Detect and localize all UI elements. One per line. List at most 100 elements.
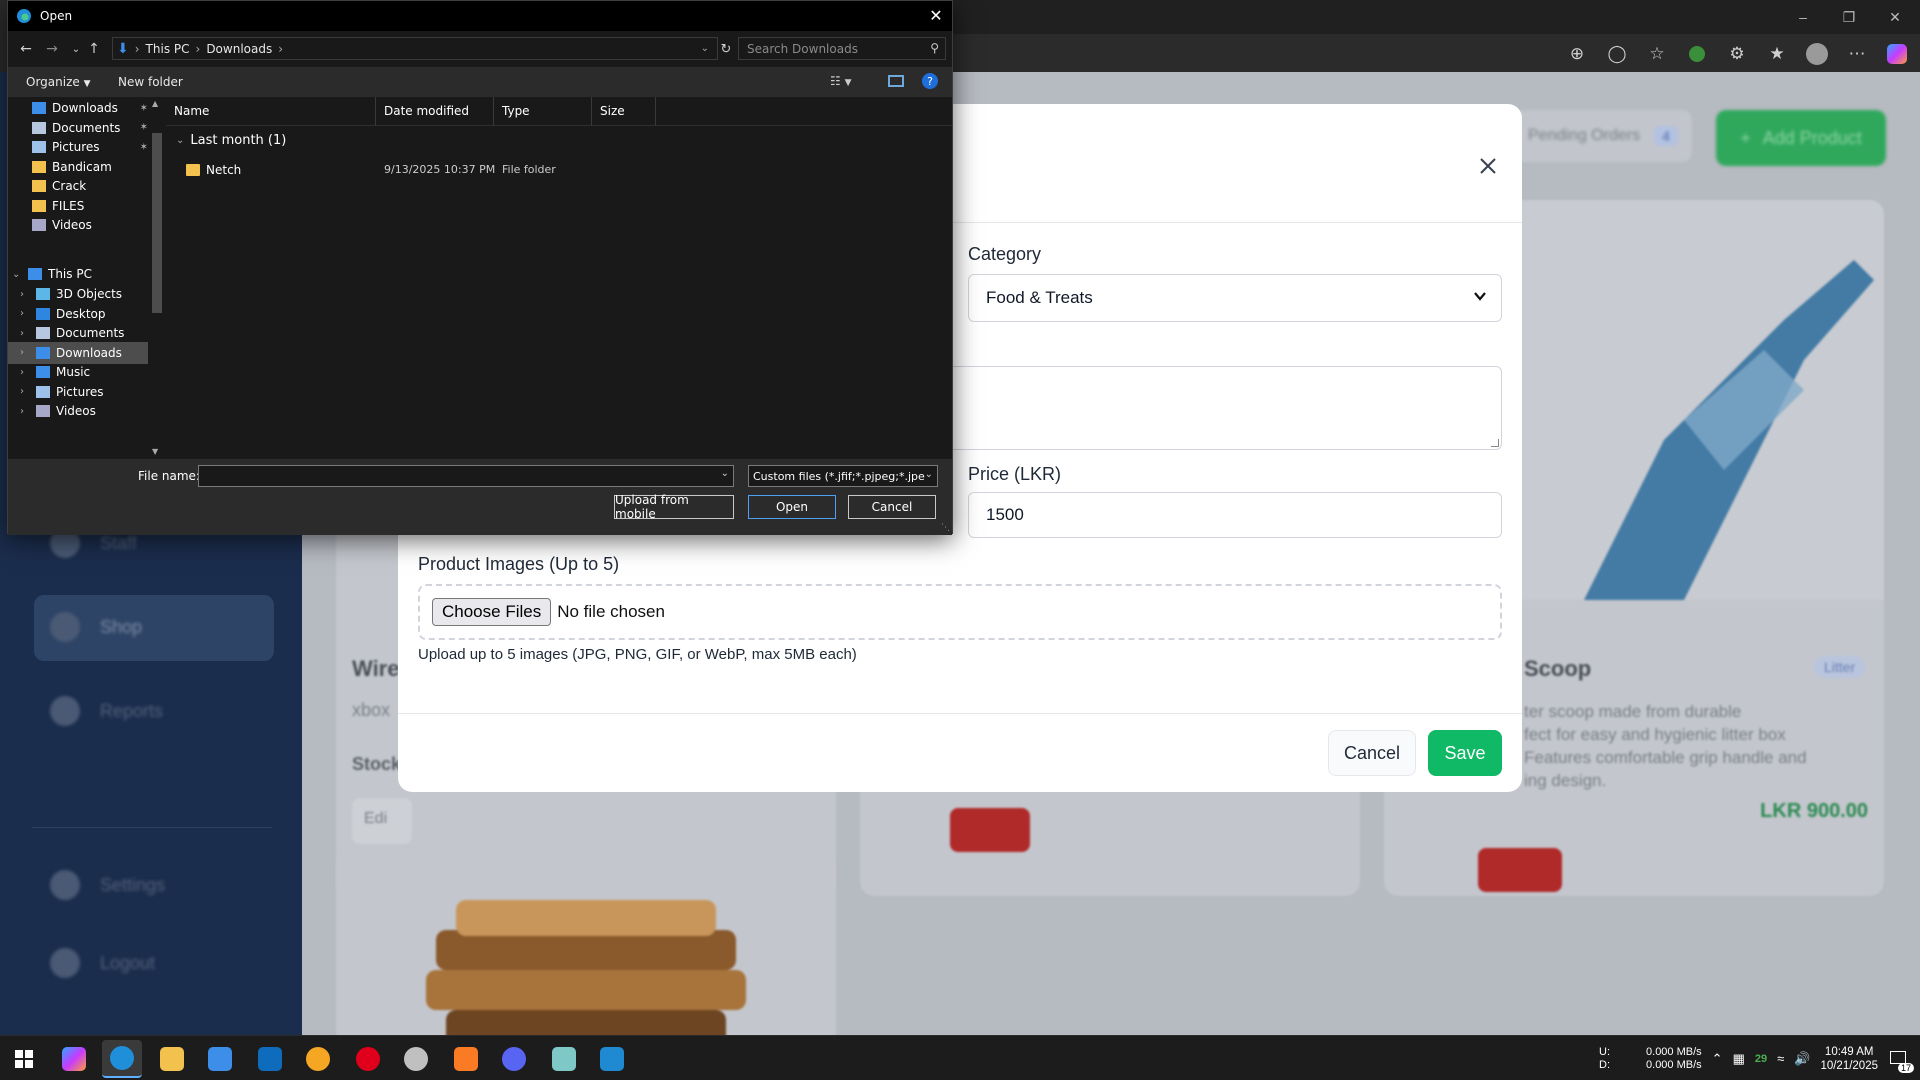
- chevron-right-icon[interactable]: ›: [20, 386, 30, 397]
- delete-button[interactable]: [1478, 848, 1562, 892]
- tray-app-icon[interactable]: ▦: [1733, 1051, 1745, 1067]
- vscode-icon[interactable]: [592, 1040, 632, 1078]
- save-button[interactable]: Save: [1428, 730, 1502, 776]
- resize-handle-icon: [1491, 439, 1499, 447]
- file-open-dialog: Open ✕ ← → ⌄ ↑ ⬇ › This PC › Downloads ›…: [7, 0, 953, 535]
- reader-icon[interactable]: ◯: [1604, 41, 1630, 67]
- column-header-name[interactable]: Name: [166, 97, 376, 125]
- outlook-icon[interactable]: [250, 1040, 290, 1078]
- price-input[interactable]: 1500: [968, 492, 1502, 538]
- dialog-cancel-button[interactable]: Cancel: [848, 495, 936, 519]
- column-header-date[interactable]: Date modified: [376, 97, 494, 125]
- chevron-right-icon[interactable]: ›: [20, 289, 30, 300]
- tree-scrollbar-thumb[interactable]: [152, 133, 162, 313]
- pending-orders-chip[interactable]: Pending Orders 4: [1512, 110, 1692, 162]
- scroll-up-icon[interactable]: ▲: [152, 99, 158, 108]
- help-icon[interactable]: ?: [922, 73, 938, 89]
- chevron-right-icon[interactable]: ›: [20, 367, 30, 378]
- pin-icon: ✶: [139, 122, 148, 133]
- opera-icon[interactable]: [348, 1040, 388, 1078]
- view-options-icon[interactable]: ☷ ▼: [830, 74, 852, 88]
- tree-item-quick-access[interactable]: Videos: [8, 214, 148, 236]
- chevron-right-icon[interactable]: ›: [20, 328, 30, 339]
- new-folder-button[interactable]: New folder: [118, 75, 183, 89]
- edit-button[interactable]: Edi: [352, 798, 412, 844]
- dialog-titlebar: Open: [8, 1, 952, 31]
- copilot-icon[interactable]: [1884, 41, 1910, 67]
- address-dropdown-icon[interactable]: ⌄: [701, 43, 709, 54]
- forward-arrow-icon[interactable]: →: [42, 39, 62, 59]
- volume-icon[interactable]: 🔊: [1794, 1051, 1810, 1067]
- cancel-button[interactable]: Cancel: [1328, 730, 1416, 776]
- dialog-close-icon[interactable]: ✕: [926, 5, 946, 25]
- edge-taskbar-icon[interactable]: [102, 1040, 142, 1078]
- recent-chevron-icon[interactable]: ⌄: [66, 39, 86, 59]
- preview-pane-icon[interactable]: [888, 75, 904, 87]
- clock[interactable]: 10:49 AM 10/21/2025: [1820, 1045, 1878, 1073]
- group-header[interactable]: ⌄ Last month (1): [176, 133, 286, 148]
- list-item[interactable]: Netch 9/13/2025 10:37 PM File folder: [166, 159, 952, 181]
- category-select[interactable]: Food & Treats: [968, 274, 1502, 322]
- more-icon[interactable]: ⋯: [1844, 41, 1870, 67]
- address-bar[interactable]: ⬇ › This PC › Downloads › ⌄: [112, 37, 718, 60]
- choose-files-button[interactable]: Choose Files: [432, 598, 552, 626]
- tree-item-this-pc[interactable]: ⌄ This PC: [8, 263, 148, 285]
- up-arrow-icon[interactable]: ↑: [84, 39, 104, 59]
- xampp-icon[interactable]: [446, 1040, 486, 1078]
- open-button[interactable]: Open: [748, 495, 836, 519]
- favorite-star-icon[interactable]: ☆: [1644, 41, 1670, 67]
- discord-icon[interactable]: [494, 1040, 534, 1078]
- app-icon[interactable]: [298, 1040, 338, 1078]
- column-header-type[interactable]: Type: [494, 97, 592, 125]
- plus-icon: +: [1740, 127, 1751, 148]
- folder-icon: [32, 180, 46, 192]
- temperature-text[interactable]: 29: [1755, 1053, 1767, 1065]
- sidebar-item-settings[interactable]: Settings: [50, 870, 165, 900]
- breadcrumb-downloads[interactable]: Downloads: [206, 42, 272, 56]
- store-icon[interactable]: [200, 1040, 240, 1078]
- app-icon[interactable]: [544, 1040, 584, 1078]
- window-close-icon[interactable]: ✕: [1872, 0, 1918, 34]
- scroll-down-icon[interactable]: ▼: [152, 447, 158, 456]
- tree-scrollbar[interactable]: ▲ ▼: [150, 97, 164, 459]
- app-icon[interactable]: [396, 1040, 436, 1078]
- sidebar-item-logout[interactable]: Logout: [50, 948, 155, 978]
- net-down-label: D:: [1599, 1058, 1611, 1071]
- tree-item-this-pc-child[interactable]: › Videos: [8, 400, 148, 422]
- tree-label: Bandicam: [52, 159, 112, 174]
- profile-avatar-icon[interactable]: [1804, 41, 1830, 67]
- sidebar-item-reports[interactable]: Reports: [50, 696, 163, 726]
- refresh-icon[interactable]: ↻: [716, 39, 736, 59]
- product-images-dropzone[interactable]: Choose Files No file chosen: [418, 584, 1502, 640]
- organize-menu[interactable]: Organize ▼: [26, 75, 91, 89]
- column-header-size[interactable]: Size: [592, 97, 656, 125]
- file-explorer-icon[interactable]: [152, 1040, 192, 1078]
- back-arrow-icon[interactable]: ←: [16, 39, 36, 59]
- file-type-filter[interactable]: Custom files (*.jfif;*.pjpeg;*.jpe ⌄: [748, 465, 938, 487]
- file-list: Name Date modified Type Size ⌄ Last mont…: [166, 97, 952, 459]
- chevron-right-icon[interactable]: ›: [20, 347, 30, 358]
- chevron-right-icon[interactable]: ›: [20, 406, 30, 417]
- copilot-taskbar-icon[interactable]: [54, 1040, 94, 1078]
- favorites-icon[interactable]: ★: [1764, 41, 1790, 67]
- minimize-icon[interactable]: –: [1780, 0, 1826, 34]
- extension-green-icon[interactable]: [1684, 41, 1710, 67]
- breadcrumb-this-pc[interactable]: This PC: [146, 42, 190, 56]
- sidebar-item-shop[interactable]: Shop: [50, 612, 142, 642]
- modal-close-icon[interactable]: [1474, 152, 1502, 180]
- wifi-icon[interactable]: ≈: [1777, 1051, 1784, 1066]
- notification-icon[interactable]: 17: [1888, 1047, 1914, 1073]
- delete-button[interactable]: [950, 808, 1030, 852]
- resize-grip-icon[interactable]: ⋱: [941, 523, 950, 533]
- extensions-icon[interactable]: ⚙: [1724, 41, 1750, 67]
- pending-orders-count: 4: [1654, 126, 1678, 146]
- zoom-icon[interactable]: ⊕: [1564, 41, 1590, 67]
- search-input[interactable]: Search Downloads ⚲: [738, 37, 946, 60]
- chevron-right-icon[interactable]: ›: [20, 308, 30, 319]
- restore-icon[interactable]: ❐: [1826, 0, 1872, 34]
- add-product-button[interactable]: + Add Product: [1716, 110, 1886, 166]
- start-button[interactable]: [4, 1040, 44, 1078]
- upload-from-mobile-button[interactable]: Upload from mobile: [614, 493, 734, 521]
- file-name-input[interactable]: ⌄: [198, 465, 734, 487]
- chevron-up-icon[interactable]: ⌃: [1712, 1051, 1723, 1067]
